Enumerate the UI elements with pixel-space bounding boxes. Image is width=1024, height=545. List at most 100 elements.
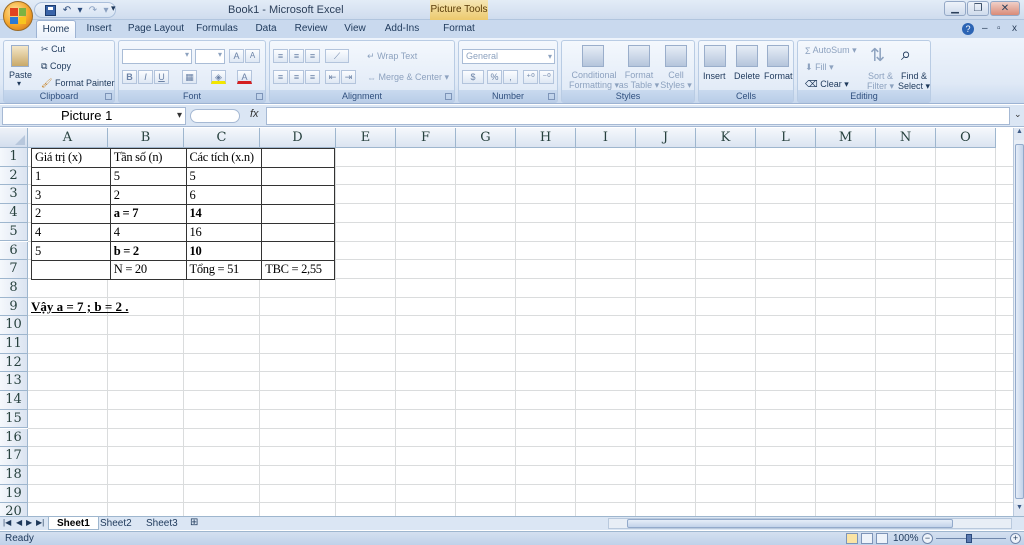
row-header[interactable]: 8	[0, 278, 28, 298]
align-bottom-icon[interactable]: ≡	[305, 49, 320, 63]
expand-formula-bar-icon[interactable]: ⌄	[1014, 109, 1022, 120]
orientation-icon[interactable]: ⟋	[325, 49, 349, 63]
italic-icon[interactable]: I	[138, 70, 153, 84]
tab-add-ins[interactable]: Add-Ins	[382, 20, 422, 38]
vertical-scroll-thumb[interactable]	[1015, 144, 1024, 499]
row-header[interactable]: 12	[0, 353, 28, 373]
zoom-in-icon[interactable]: +	[1010, 533, 1021, 544]
column-header[interactable]: E	[336, 128, 396, 148]
fill-button[interactable]: ⬇ Fill ▾	[805, 62, 834, 73]
bold-icon[interactable]: B	[122, 70, 137, 84]
worksheet-grid[interactable]: Giá trị (x) Tần số (n) Các tích (x.n) 1 5 5 3 2…	[0, 128, 1013, 516]
office-button[interactable]	[3, 1, 33, 31]
insert-cells-icon[interactable]	[704, 45, 726, 67]
decrease-indent-icon[interactable]: ⇤	[325, 70, 340, 84]
sort-filter-icon[interactable]: ⇅	[870, 45, 885, 66]
column-header[interactable]: O	[936, 128, 996, 148]
row-header[interactable]: 16	[0, 428, 28, 448]
ribbon-restore-icon[interactable]: ▫	[997, 23, 1001, 34]
sheet-tab-3[interactable]: Sheet3	[138, 517, 186, 530]
column-header[interactable]: H	[516, 128, 576, 148]
picture-1[interactable]: Giá trị (x) Tần số (n) Các tích (x.n) 1 5 5 3 2…	[31, 148, 335, 280]
align-center-icon[interactable]: ≡	[289, 70, 304, 84]
clipboard-dialog-launcher[interactable]	[105, 93, 112, 100]
paste-icon[interactable]	[11, 45, 29, 67]
row-header[interactable]: 11	[0, 335, 28, 354]
row-header[interactable]: 15	[0, 409, 28, 429]
column-header[interactable]: G	[456, 128, 516, 148]
delete-cells-icon[interactable]	[736, 45, 758, 67]
first-sheet-icon[interactable]: |◀	[3, 518, 11, 527]
row-header[interactable]: 20	[0, 503, 28, 516]
underline-icon[interactable]: U	[154, 70, 169, 84]
zoom-level[interactable]: 100%	[893, 533, 919, 544]
column-header[interactable]: J	[636, 128, 696, 148]
column-header[interactable]: F	[396, 128, 456, 148]
redo-dropdown-icon[interactable]: ▾	[103, 4, 109, 16]
format-cells-button[interactable]: Format	[764, 71, 793, 81]
row-header[interactable]: 4	[0, 204, 28, 223]
horizontal-scroll-thumb[interactable]	[627, 519, 953, 528]
scroll-up-icon[interactable]: ▲	[1014, 128, 1024, 140]
font-dialog-launcher[interactable]	[256, 93, 263, 100]
page-layout-view-icon[interactable]	[861, 533, 873, 544]
sheet-tab-2[interactable]: Sheet2	[92, 517, 140, 530]
customize-qat-icon[interactable]: ▾	[111, 3, 116, 14]
copy-button[interactable]: ⧉ Copy	[41, 61, 71, 72]
column-header[interactable]: M	[816, 128, 876, 148]
row-header[interactable]: 7	[0, 260, 28, 279]
row-header[interactable]: 9	[0, 297, 28, 317]
row-header[interactable]: 2	[0, 166, 28, 186]
tab-review[interactable]: Review	[292, 20, 330, 38]
row-header[interactable]: 17	[0, 447, 28, 466]
tab-insert[interactable]: Insert	[80, 20, 118, 38]
row-header[interactable]: 18	[0, 465, 28, 485]
cell-styles-icon[interactable]	[665, 45, 687, 67]
currency-icon[interactable]: $	[462, 70, 484, 84]
merge-center-button[interactable]: ⇔ Merge & Center ▾	[367, 72, 449, 83]
tab-view[interactable]: View	[340, 20, 370, 38]
zoom-slider-knob[interactable]	[966, 534, 972, 543]
font-color-icon[interactable]: A	[237, 70, 252, 84]
tab-home[interactable]: Home	[36, 20, 76, 38]
undo-icon[interactable]: ↶	[60, 4, 74, 16]
row-header[interactable]: 13	[0, 372, 28, 392]
align-left-icon[interactable]: ≡	[273, 70, 288, 84]
align-right-icon[interactable]: ≡	[305, 70, 320, 84]
increase-decimal-icon[interactable]: ⁺⁰	[523, 70, 538, 84]
row-header[interactable]: 10	[0, 316, 28, 335]
column-header[interactable]: B	[108, 128, 184, 148]
find-select-button[interactable]: Find & Select ▾	[898, 71, 930, 91]
format-cells-icon[interactable]	[767, 45, 789, 67]
cut-button[interactable]: ✂ Cut	[41, 44, 65, 55]
fill-color-icon[interactable]: ◈	[211, 70, 226, 84]
normal-view-icon[interactable]	[846, 533, 858, 544]
help-icon[interactable]: ?	[962, 23, 974, 35]
align-top-icon[interactable]: ≡	[273, 49, 288, 63]
delete-cells-button[interactable]: Delete	[734, 71, 760, 81]
number-dialog-launcher[interactable]	[548, 93, 555, 100]
page-break-view-icon[interactable]	[876, 533, 888, 544]
increase-indent-icon[interactable]: ⇥	[341, 70, 356, 84]
last-sheet-icon[interactable]: ▶|	[36, 518, 44, 527]
binoculars-icon[interactable]: ⌕	[901, 44, 911, 65]
conditional-formatting-button[interactable]: Conditional Formatting ▾	[566, 70, 622, 90]
close-button[interactable]: ✕	[990, 1, 1020, 16]
number-format-combo[interactable]: General	[462, 49, 555, 64]
select-all-corner[interactable]	[0, 128, 28, 148]
tab-format[interactable]: Format	[438, 20, 480, 38]
clear-button[interactable]: ⌫ Clear ▾	[805, 79, 849, 90]
paste-dropdown-icon[interactable]: ▾	[17, 79, 21, 88]
format-as-table-icon[interactable]	[628, 45, 650, 67]
conditional-formatting-icon[interactable]	[582, 45, 604, 67]
row-header[interactable]: 1	[0, 148, 28, 167]
name-box[interactable]: Picture 1	[2, 107, 186, 125]
tab-data[interactable]: Data	[252, 20, 280, 38]
shrink-font-icon[interactable]: A	[245, 49, 260, 63]
wrap-text-button[interactable]: ↵ Wrap Text	[367, 51, 417, 62]
next-sheet-icon[interactable]: ▶	[26, 518, 32, 527]
scroll-down-icon[interactable]: ▼	[1014, 504, 1024, 516]
prev-sheet-icon[interactable]: ◀	[16, 518, 22, 527]
column-header[interactable]: N	[876, 128, 936, 148]
column-header[interactable]: A	[28, 128, 108, 148]
